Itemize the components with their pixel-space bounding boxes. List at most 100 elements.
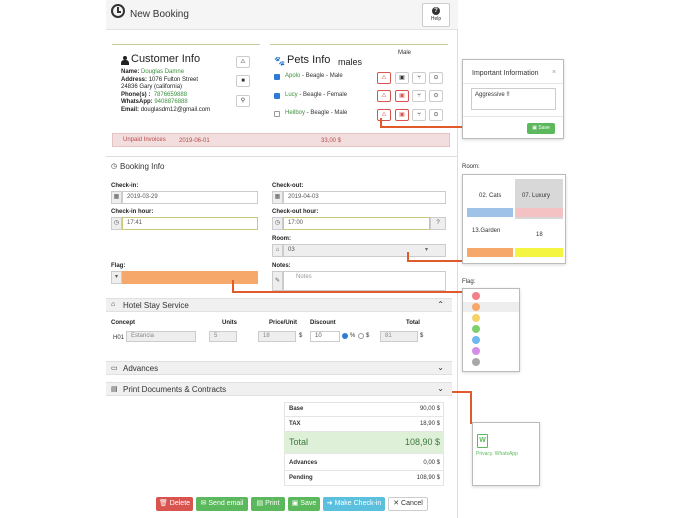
question-icon: ? (432, 7, 440, 15)
pet-info-button[interactable]: ⊙ (429, 109, 443, 121)
pet-warning-button[interactable]: ⚠ (377, 90, 391, 102)
pet-warning-button[interactable]: ⚠ (377, 72, 391, 84)
room-card[interactable]: 13.Garden (467, 221, 513, 261)
delete-button[interactable]: 🗑 Delete (156, 497, 193, 511)
notes-label: Notes: (272, 263, 291, 269)
flag-color-option[interactable] (472, 336, 480, 344)
chevron-down-icon: ⌄ (437, 363, 444, 372)
close-icon: ✕ (393, 500, 400, 507)
customer-name-row: Name: Douglas Damne (121, 69, 185, 75)
room-card[interactable]: 07. Luxury (515, 179, 563, 219)
checkout-hour-label: Check-out hour: (272, 209, 319, 215)
pet-medical-button[interactable]: ▣ (395, 90, 409, 102)
pet-checkbox-apolo[interactable] (274, 74, 280, 80)
pet-medical-button[interactable]: ▣ (395, 72, 409, 84)
pet-checkbox-lucy[interactable] (274, 93, 280, 99)
help-button[interactable]: ? Help (422, 3, 450, 27)
pet-row-apolo: Apolo - Beagle - Male (285, 73, 343, 79)
pet-food-button[interactable]: ⑂ (412, 72, 426, 84)
price-input[interactable]: 18 (258, 331, 296, 342)
chevron-up-icon: ⌃ (437, 300, 444, 309)
customer-phone[interactable]: 7876659888 (154, 92, 187, 98)
dollar-radio[interactable] (358, 333, 364, 339)
trash-icon: 🗑 (158, 500, 168, 507)
total-input: 81 (380, 331, 418, 342)
percent-radio[interactable] (342, 333, 348, 339)
important-info-title: Important Information (472, 70, 539, 77)
pet-medical-button[interactable]: ▣ (395, 109, 409, 121)
info-circle-icon: ⊙ (433, 93, 439, 99)
printer-icon: ▤ (256, 500, 264, 507)
pet-food-button[interactable]: ⑂ (412, 90, 426, 102)
hotel-stay-section[interactable]: ⌂ Hotel Stay Service ⌃ (106, 298, 452, 312)
unpaid-label: Unpaid Invoices (123, 137, 166, 143)
flag-color-option[interactable] (472, 292, 480, 300)
location-button[interactable]: ⚲ (236, 95, 250, 107)
concept-select[interactable]: Estancia (126, 331, 196, 342)
connector-line (232, 291, 464, 293)
popup-divider (463, 116, 563, 117)
page-title: New Booking (130, 9, 189, 20)
print-icon: ▤ (111, 386, 118, 393)
clock-icon (111, 4, 125, 18)
pets-top-text: Male (398, 50, 412, 56)
discount-input[interactable]: 10 (310, 331, 340, 342)
units-input[interactable]: 5 (209, 331, 237, 342)
col-concept: Concept (111, 320, 135, 326)
pet-info-button[interactable]: ⊙ (429, 72, 443, 84)
important-info-textarea[interactable]: Aggressive !! (471, 88, 556, 110)
close-icon[interactable]: × (552, 69, 556, 76)
make-checkin-button[interactable]: ➜ Make Check-in (323, 497, 385, 511)
flag-color-option[interactable] (472, 347, 480, 355)
pet-checkbox-heilboy[interactable] (274, 111, 280, 117)
medkit-icon: ▣ (399, 75, 405, 81)
room-card[interactable]: 02. Cats (467, 179, 513, 219)
hotel-stay-heading: Hotel Stay Service (123, 301, 189, 310)
room-color-bar (515, 208, 563, 217)
caret-down-icon: ▾ (425, 247, 429, 253)
send-email-button[interactable]: ✉ Send email (196, 497, 248, 511)
checkout-input[interactable]: 2019-04-03 (283, 191, 446, 204)
checkin-input[interactable]: 2019-03-29 (122, 191, 258, 204)
flag-color-option[interactable] (472, 314, 480, 322)
document-link[interactable]: Privacy. WhatsApp (476, 451, 518, 457)
clock-small-icon: ◷ (111, 163, 118, 170)
room-select[interactable]: 03 (283, 244, 446, 257)
room-label: Room: (272, 236, 291, 242)
cancel-button[interactable]: ✕ Cancel (388, 497, 428, 511)
checkin-hour-input[interactable]: 17:41 (122, 217, 258, 230)
room-card[interactable]: 18 (515, 221, 563, 261)
pencil-icon: ✎ (272, 271, 283, 291)
warning-button[interactable]: ⚠ (236, 56, 250, 68)
caret-down-icon[interactable]: ▾ (111, 271, 122, 284)
checkout-hour-input[interactable]: 17:00 (283, 217, 430, 230)
important-info-popup: Important Information × Aggressive !! ▣ … (462, 59, 564, 139)
save-button[interactable]: ▣ Save (288, 497, 320, 511)
print-button[interactable]: ▤ Print (251, 497, 285, 511)
flag-color-option[interactable] (472, 303, 480, 311)
advances-heading: Advances (123, 364, 159, 373)
important-save-button[interactable]: ▣ Save (527, 123, 555, 134)
pet-info-button[interactable]: ⊙ (429, 90, 443, 102)
customer-whatsapp[interactable]: 9408876888 (154, 99, 187, 105)
flag-color-option[interactable] (472, 358, 480, 366)
unpaid-invoices-bar[interactable]: Unpaid Invoices 2019-06-01 33,00 $ (112, 133, 450, 147)
print-docs-section[interactable]: ▤ Print Documents & Contracts ⌄ (106, 382, 452, 396)
customer-phone-row: Phone(s) : 7876659888 (121, 91, 188, 98)
advances-section[interactable]: ▭ Advances ⌄ (106, 361, 452, 375)
customer-email[interactable]: douglasdm12@gmail.com (141, 107, 210, 113)
word-document-icon[interactable]: W (477, 434, 488, 448)
clock-icon: ◷ (111, 217, 122, 230)
pet-food-button[interactable]: ⑂ (412, 109, 426, 121)
booking-divider (106, 156, 458, 157)
room-color-bar (515, 248, 563, 257)
user-icon (121, 56, 129, 65)
flag-color-select[interactable] (122, 271, 258, 284)
advances-row: Advances 0,00 $ (284, 456, 444, 471)
paw-icon: 🐾 (274, 56, 286, 66)
car-button[interactable]: ■ (236, 75, 250, 87)
notes-input[interactable]: Notes (283, 271, 446, 291)
info-icon[interactable]: ? (430, 217, 446, 230)
flag-color-option[interactable] (472, 325, 480, 333)
pets-divider (270, 44, 448, 45)
